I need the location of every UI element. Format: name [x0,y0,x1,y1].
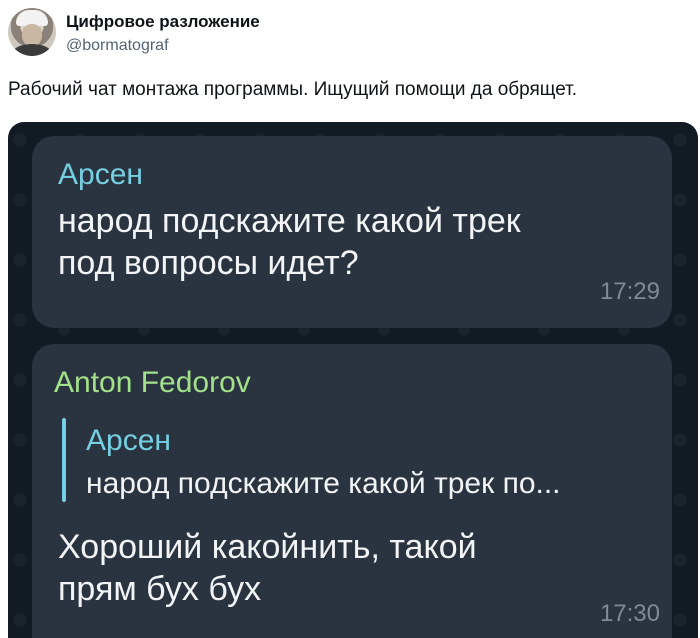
message-text: Хороший какойнить, такой прям бух бух [58,526,477,610]
reply-quote-text: народ подскажите какой трек по... [86,467,561,500]
message-sender: Anton Fedorov [54,366,251,399]
avatar[interactable] [8,8,56,56]
message-bubble: Арсен народ подскажите какой трек под во… [32,136,672,328]
message-time: 17:29 [599,278,660,305]
reply-quote-bar [62,418,66,502]
message-line: народ подскажите какой трек [58,202,521,240]
chat-screenshot[interactable]: Арсен народ подскажите какой трек под во… [8,122,698,638]
tweet-header: Цифровое разложение @bormatograf [8,8,692,60]
message-text: народ подскажите какой трек под вопросы … [58,200,521,284]
message-sender: Арсен [58,158,143,191]
author-name[interactable]: Цифровое разложение [66,12,260,32]
reply-quote[interactable]: Арсен народ подскажите какой трек по... [58,414,658,510]
message-line: под вопросы идет? [58,244,359,282]
author-handle[interactable]: @bormatograf [66,36,169,56]
reply-quote-sender: Арсен [86,424,171,457]
message-line: Хороший какойнить, такой [58,528,477,566]
tweet-text: Рабочий чат монтажа программы. Ищущий по… [8,79,578,100]
message-bubble: Anton Fedorov Арсен народ подскажите как… [32,344,672,638]
message-time: 17:30 [599,600,660,627]
message-line: прям бух бух [58,570,262,608]
